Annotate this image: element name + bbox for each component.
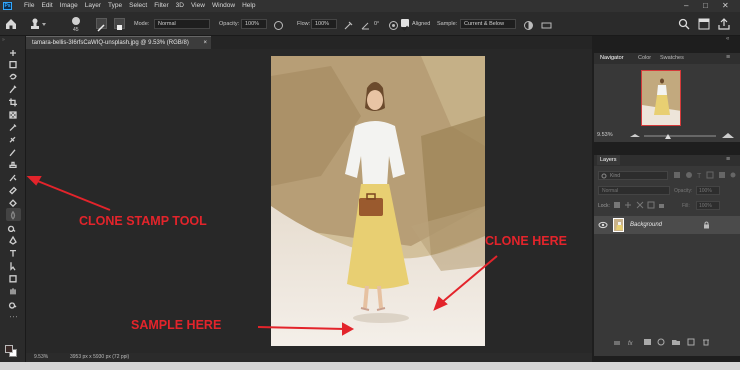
layers-footer: fx (594, 336, 740, 348)
layer-filter-search[interactable]: Kind (598, 171, 668, 180)
tab-swatches[interactable]: Swatches (660, 53, 684, 63)
layer-filter-icons: T (674, 171, 736, 180)
right-panels: « Navigator Color Swatches ≡ 9.53% Layer… (592, 36, 740, 362)
navigator-zoom[interactable]: 9.53% (597, 132, 613, 138)
search-icon (601, 173, 607, 179)
lock-position-icon (636, 201, 644, 209)
layers-panel-header: Layers ≡ (594, 155, 740, 166)
tab-navigator[interactable]: Navigator (600, 53, 624, 63)
layer-filter-placeholder: Kind (610, 173, 621, 179)
annotation-clone-stamp-tool: CLONE STAMP TOOL (79, 214, 207, 228)
navigator-panel-body: 9.53% (594, 64, 740, 142)
navigator-thumbnail[interactable] (641, 70, 681, 126)
group-folder-icon (672, 340, 680, 345)
lock-image-icon (625, 202, 631, 208)
fill-label: Fill: (682, 203, 690, 209)
navigator-panel-header: Navigator Color Swatches ≡ (594, 53, 740, 64)
delete-layer-icon (703, 339, 709, 346)
lock-pixels-icon (614, 202, 620, 208)
fill-field[interactable]: 100% (696, 201, 720, 210)
panel-collapse-bar[interactable] (594, 38, 740, 50)
arrow-sample-here-line (257, 326, 346, 330)
layer-style-icon: fx (628, 341, 634, 347)
filter-adjustment-icon (686, 172, 692, 178)
blend-mode-select[interactable]: Normal (598, 186, 670, 195)
filter-toggle-icon (730, 172, 736, 178)
link-layers-icon (614, 341, 620, 345)
lock-label: Lock: (598, 203, 610, 209)
lock-artboard-icon (647, 201, 655, 209)
tab-layers[interactable]: Layers (597, 155, 620, 165)
annotation-sample-here: SAMPLE HERE (131, 318, 222, 332)
collapse-panels-icon[interactable]: « (726, 36, 729, 42)
screen-bottom-border (0, 362, 740, 370)
filter-pixel-icon (674, 172, 680, 178)
arrow-clone-here-line (439, 255, 498, 305)
tab-color[interactable]: Color (638, 53, 651, 63)
navigator-preview-image (642, 71, 680, 125)
lock-all-icon (659, 204, 664, 208)
arrow-clone-stamp-line (34, 179, 111, 211)
layer-mask-icon (644, 339, 651, 345)
layer-thumbnail (613, 218, 624, 232)
new-layer-icon (687, 338, 695, 346)
layers-panel-body: Kind T Normal Opacity: 100% Lock: Fill: … (594, 166, 740, 356)
status-bar: 9.53% 3953 px x 5930 px (72 ppi) (26, 353, 592, 362)
layers-menu-icon[interactable]: ≡ (726, 156, 730, 163)
arrow-sample-here-head (342, 322, 355, 336)
layer-name[interactable]: Background (630, 222, 662, 228)
navigator-menu-icon[interactable]: ≡ (726, 54, 730, 61)
arrow-clone-stamp-head (26, 176, 42, 186)
filter-type-icon: T (697, 173, 702, 180)
layers-footer-icons: fx (614, 338, 709, 347)
layer-row-background[interactable]: Background (594, 216, 740, 234)
adjustment-icon (657, 338, 665, 346)
lock-icons (614, 201, 664, 209)
zoom-out-icon (630, 134, 640, 137)
filter-smart-object-icon (719, 172, 725, 178)
layer-lock-icon (704, 221, 709, 229)
layer-opacity-label: Opacity: (674, 188, 693, 194)
layer-opacity-field[interactable]: 100% (696, 186, 720, 195)
annotation-clone-here: CLONE HERE (485, 234, 567, 248)
visibility-eye-icon (598, 221, 608, 229)
zoom-in-icon (722, 133, 734, 138)
status-zoom[interactable]: 9.53% (34, 353, 48, 362)
filter-shape-icon (706, 171, 714, 179)
status-doc-info[interactable]: 3953 px x 5930 px (72 ppi) (70, 353, 129, 362)
navigator-zoom-slider (630, 133, 734, 139)
